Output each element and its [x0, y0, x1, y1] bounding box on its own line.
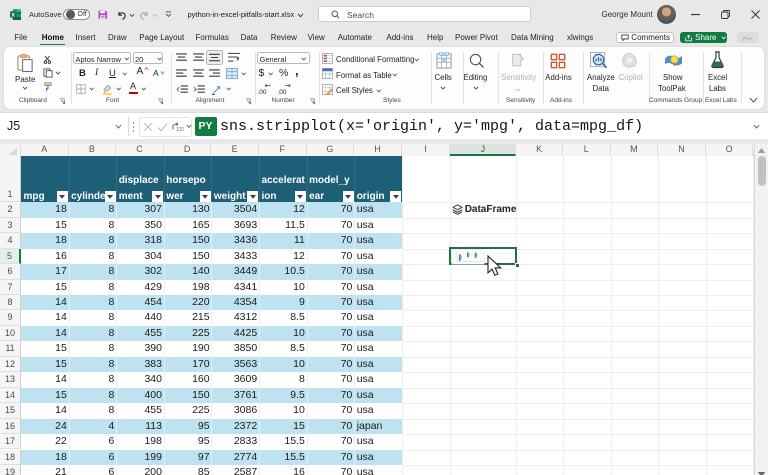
- svg-text:xxx: xxx: [442, 52, 447, 56]
- svg-text:.00: .00: [258, 89, 267, 95]
- svg-text:.00: .00: [278, 89, 287, 95]
- svg-text:123: 123: [176, 127, 184, 133]
